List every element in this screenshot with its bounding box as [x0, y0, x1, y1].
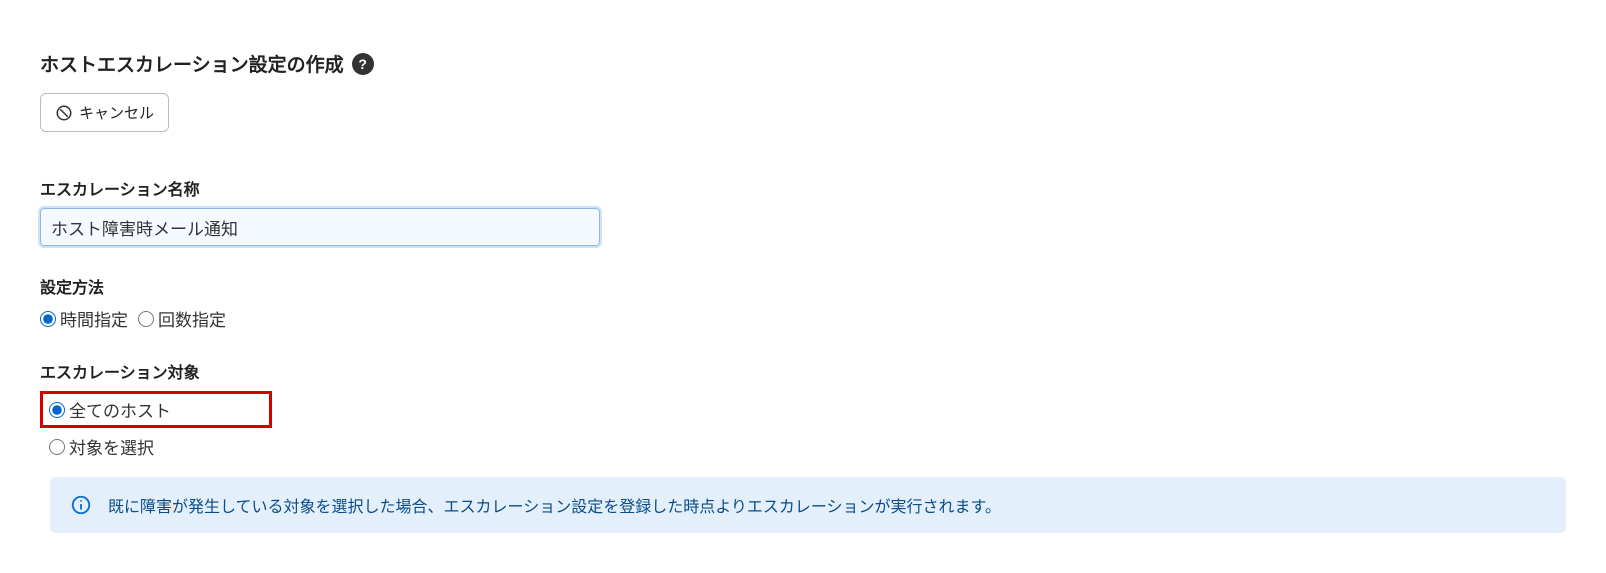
escalation-name-input[interactable]	[40, 208, 600, 246]
radio-group-method: 時間指定 回数指定	[40, 306, 1566, 331]
radio-count[interactable]	[138, 311, 154, 327]
section-method: 設定方法 時間指定 回数指定	[40, 274, 1566, 331]
radio-option-time[interactable]: 時間指定	[40, 306, 128, 331]
radio-select-target[interactable]	[49, 439, 65, 455]
cancel-icon	[55, 104, 73, 122]
section-target: エスカレーション対象 全てのホスト 対象を選択	[40, 359, 1566, 459]
cancel-button[interactable]: キャンセル	[40, 93, 169, 132]
radio-option-select-target[interactable]: 対象を選択	[40, 434, 1566, 459]
radio-time[interactable]	[40, 311, 56, 327]
page-title: ホストエスカレーション設定の作成	[40, 50, 344, 77]
info-text: 既に障害が発生している対象を選択した場合、エスカレーション設定を登録した時点より…	[108, 493, 1001, 517]
label-method: 設定方法	[40, 274, 1566, 298]
radio-group-target: 全てのホスト 対象を選択	[40, 391, 1566, 459]
info-icon	[70, 494, 92, 516]
page-header: ホストエスカレーション設定の作成 ?	[40, 50, 1566, 77]
radio-option-all-hosts[interactable]: 全てのホスト	[49, 397, 263, 422]
radio-label-count: 回数指定	[158, 306, 226, 331]
radio-all-hosts[interactable]	[49, 402, 65, 418]
highlight-box: 全てのホスト	[40, 391, 272, 428]
label-target: エスカレーション対象	[40, 359, 1566, 383]
info-banner: 既に障害が発生している対象を選択した場合、エスカレーション設定を登録した時点より…	[50, 477, 1566, 533]
radio-label-all-hosts: 全てのホスト	[69, 397, 171, 422]
label-escalation-name: エスカレーション名称	[40, 176, 1566, 200]
radio-label-select-target: 対象を選択	[69, 434, 154, 459]
radio-label-time: 時間指定	[60, 306, 128, 331]
radio-option-count[interactable]: 回数指定	[138, 306, 226, 331]
help-icon[interactable]: ?	[352, 53, 374, 75]
section-escalation-name: エスカレーション名称	[40, 176, 1566, 246]
cancel-button-label: キャンセル	[79, 102, 154, 123]
